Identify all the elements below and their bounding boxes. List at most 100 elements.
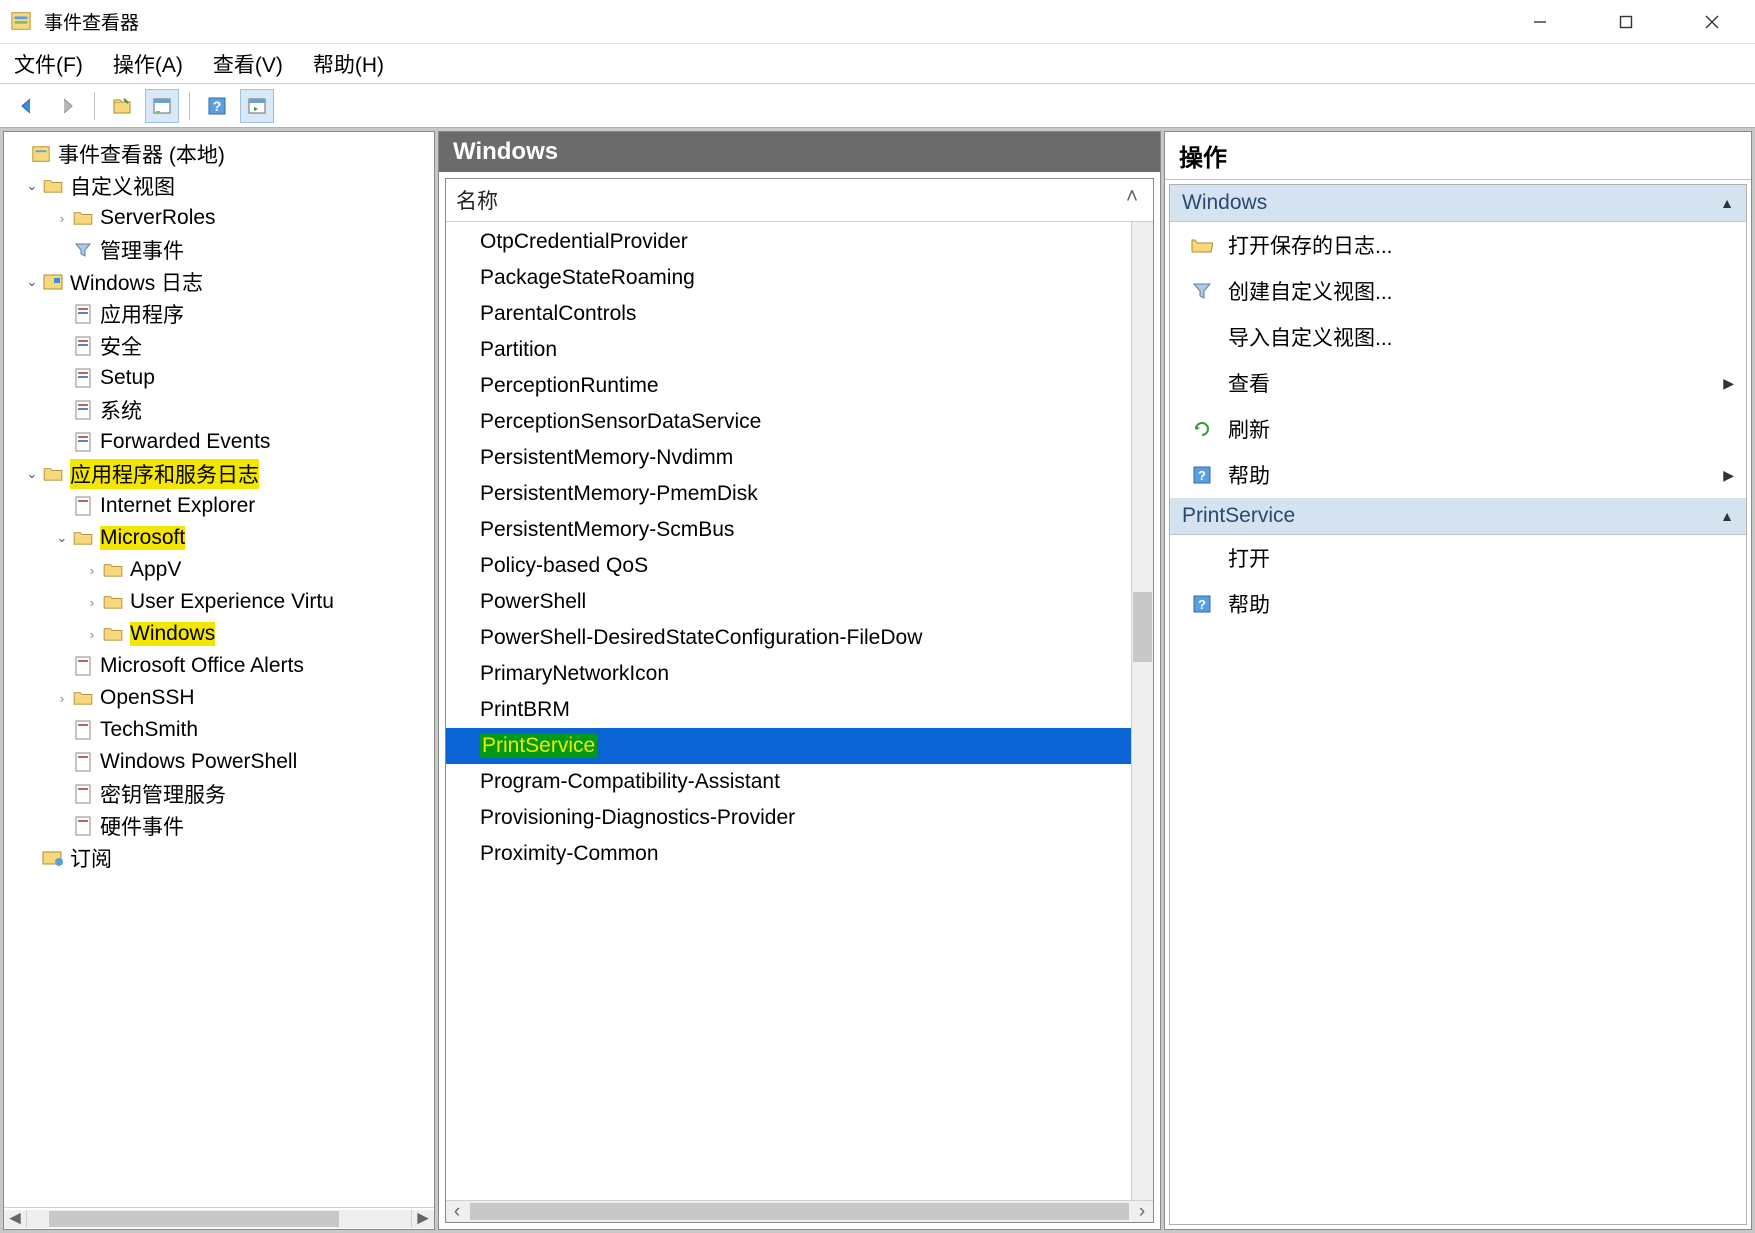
nav-back-button[interactable] bbox=[10, 89, 44, 123]
hscroll-thumb[interactable] bbox=[470, 1203, 1129, 1220]
list-item[interactable]: PowerShell-DesiredStateConfiguration-Fil… bbox=[446, 620, 1131, 656]
action-help[interactable]: ? 帮助 ▶ bbox=[1170, 452, 1746, 498]
list-item[interactable]: ParentalControls bbox=[446, 296, 1131, 332]
actions-section-windows[interactable]: Windows ▲ bbox=[1170, 185, 1746, 222]
minimize-button[interactable] bbox=[1517, 7, 1563, 37]
tree-techsmith[interactable]: TechSmith bbox=[4, 714, 434, 746]
tree-label: 应用程序和服务日志 bbox=[70, 459, 259, 489]
list-item[interactable]: PersistentMemory-PmemDisk bbox=[446, 476, 1131, 512]
log-icon bbox=[72, 431, 94, 453]
tree-admin-events[interactable]: 管理事件 bbox=[4, 234, 434, 266]
list-item[interactable]: Program-Compatibility-Assistant bbox=[446, 764, 1131, 800]
list-item[interactable]: PrintService bbox=[446, 728, 1131, 764]
action-open[interactable]: 打开 bbox=[1170, 535, 1746, 581]
tree-custom-views[interactable]: ⌄ 自定义视图 bbox=[4, 170, 434, 202]
expand-icon[interactable]: › bbox=[82, 563, 102, 578]
actions-section-printservice[interactable]: PrintService ▲ bbox=[1170, 498, 1746, 535]
list-item-label: PersistentMemory-PmemDisk bbox=[480, 482, 758, 506]
scroll-up-icon[interactable]: ˄ bbox=[1121, 185, 1143, 215]
tree-body[interactable]: 事件查看器 (本地) ⌄ 自定义视图 › ServerRoles 管理事件 ⌄ … bbox=[4, 132, 434, 1207]
collapse-icon[interactable]: ⌄ bbox=[22, 466, 42, 482]
scroll-thumb[interactable] bbox=[49, 1211, 339, 1227]
tree-hscrollbar[interactable]: ◄ ► bbox=[4, 1207, 434, 1229]
tree-security-log[interactable]: 安全 bbox=[4, 330, 434, 362]
tree-win-ps[interactable]: Windows PowerShell bbox=[4, 746, 434, 778]
tree-uev[interactable]: ›User Experience Virtu bbox=[4, 586, 434, 618]
tree-windows-logs[interactable]: ⌄ Windows 日志 bbox=[4, 266, 434, 298]
toolbar-folder-button[interactable] bbox=[105, 89, 139, 123]
list-item-label: Proximity-Common bbox=[480, 842, 659, 866]
list-item[interactable]: PrintBRM bbox=[446, 692, 1131, 728]
list-item[interactable]: Provisioning-Diagnostics-Provider bbox=[446, 800, 1131, 836]
action-help-2[interactable]: ? 帮助 bbox=[1170, 581, 1746, 627]
list-hscrollbar[interactable]: ‹ › bbox=[446, 1200, 1153, 1222]
list-item[interactable]: Policy-based QoS bbox=[446, 548, 1131, 584]
list-item-label: OtpCredentialProvider bbox=[480, 230, 688, 254]
list-item[interactable]: OtpCredentialProvider bbox=[446, 224, 1131, 260]
tree-app-log[interactable]: 应用程序 bbox=[4, 298, 434, 330]
list-vscrollbar[interactable] bbox=[1131, 222, 1153, 1200]
menu-action[interactable]: 操作(A) bbox=[113, 49, 183, 79]
list-item[interactable]: PersistentMemory-Nvdimm bbox=[446, 440, 1131, 476]
collapse-icon[interactable]: ▲ bbox=[1720, 195, 1734, 211]
tree-openssh[interactable]: ›OpenSSH bbox=[4, 682, 434, 714]
expand-icon[interactable]: › bbox=[82, 595, 102, 610]
tree-key-mgmt[interactable]: 密钥管理服务 bbox=[4, 778, 434, 810]
scroll-right-icon[interactable]: ► bbox=[412, 1210, 434, 1228]
tree-ie[interactable]: Internet Explorer bbox=[4, 490, 434, 522]
tree-fwd-events[interactable]: Forwarded Events bbox=[4, 426, 434, 458]
close-button[interactable] bbox=[1689, 7, 1735, 37]
scroll-left-icon[interactable]: ‹ bbox=[446, 1201, 468, 1222]
expand-icon[interactable]: › bbox=[82, 627, 102, 642]
maximize-button[interactable] bbox=[1603, 7, 1649, 37]
list-item[interactable]: PowerShell bbox=[446, 584, 1131, 620]
toolbar-list-button[interactable] bbox=[145, 89, 179, 123]
expand-icon[interactable]: › bbox=[52, 211, 72, 226]
list-item[interactable]: PerceptionRuntime bbox=[446, 368, 1131, 404]
expand-icon[interactable]: › bbox=[52, 691, 72, 706]
tree-windows-sub[interactable]: ›Windows bbox=[4, 618, 434, 650]
col-name[interactable]: 名称 bbox=[456, 185, 1121, 215]
blank-icon bbox=[1190, 371, 1214, 395]
tree-setup-log[interactable]: Setup bbox=[4, 362, 434, 394]
toolbar-help-button[interactable]: ? bbox=[200, 89, 234, 123]
tree-server-roles[interactable]: › ServerRoles bbox=[4, 202, 434, 234]
collapse-icon[interactable]: ⌄ bbox=[22, 274, 42, 290]
log-icon bbox=[72, 399, 94, 421]
tree-microsoft[interactable]: ⌄ Microsoft bbox=[4, 522, 434, 554]
action-view[interactable]: 查看 ▶ bbox=[1170, 360, 1746, 406]
tree-apps-services[interactable]: ⌄ 应用程序和服务日志 bbox=[4, 458, 434, 490]
list-item[interactable]: PrimaryNetworkIcon bbox=[446, 656, 1131, 692]
nav-forward-button[interactable] bbox=[50, 89, 84, 123]
tree-subscriptions[interactable]: 订阅 bbox=[4, 842, 434, 874]
toolbar-preview-button[interactable] bbox=[240, 89, 274, 123]
help-icon: ? bbox=[1190, 592, 1214, 616]
tree-system-log[interactable]: 系统 bbox=[4, 394, 434, 426]
tree-hw-events[interactable]: 硬件事件 bbox=[4, 810, 434, 842]
list-item[interactable]: PerceptionSensorDataService bbox=[446, 404, 1131, 440]
tree-office-alerts[interactable]: Microsoft Office Alerts bbox=[4, 650, 434, 682]
collapse-icon[interactable]: ⌄ bbox=[22, 178, 42, 194]
action-import-custom-view[interactable]: 导入自定义视图... bbox=[1170, 314, 1746, 360]
scroll-left-icon[interactable]: ◄ bbox=[4, 1210, 26, 1228]
column-header[interactable]: 名称 ˄ bbox=[446, 179, 1153, 222]
action-refresh[interactable]: 刷新 bbox=[1170, 406, 1746, 452]
list-items[interactable]: OtpCredentialProvider PackageStateRoaming… bbox=[446, 222, 1131, 1200]
vscroll-thumb[interactable] bbox=[1133, 592, 1152, 662]
list-item[interactable]: PersistentMemory-ScmBus bbox=[446, 512, 1131, 548]
menu-help[interactable]: 帮助(H) bbox=[313, 49, 384, 79]
collapse-icon[interactable]: ▲ bbox=[1720, 508, 1734, 524]
menu-view[interactable]: 查看(V) bbox=[213, 49, 283, 79]
scroll-right-icon[interactable]: › bbox=[1131, 1201, 1153, 1222]
menu-file[interactable]: 文件(F) bbox=[14, 49, 83, 79]
tree-label: Setup bbox=[100, 366, 155, 390]
tree-root[interactable]: 事件查看器 (本地) bbox=[4, 138, 434, 170]
collapse-icon[interactable]: ⌄ bbox=[52, 530, 72, 546]
list-item[interactable]: PackageStateRoaming bbox=[446, 260, 1131, 296]
tree-appv[interactable]: ›AppV bbox=[4, 554, 434, 586]
list-item[interactable]: Partition bbox=[446, 332, 1131, 368]
list-item[interactable]: Proximity-Common bbox=[446, 836, 1131, 872]
actions-pane: 操作 Windows ▲ 打开保存的日志... 创建自定义视图... 导入自定义… bbox=[1164, 131, 1752, 1230]
action-open-saved-log[interactable]: 打开保存的日志... bbox=[1170, 222, 1746, 268]
action-create-custom-view[interactable]: 创建自定义视图... bbox=[1170, 268, 1746, 314]
